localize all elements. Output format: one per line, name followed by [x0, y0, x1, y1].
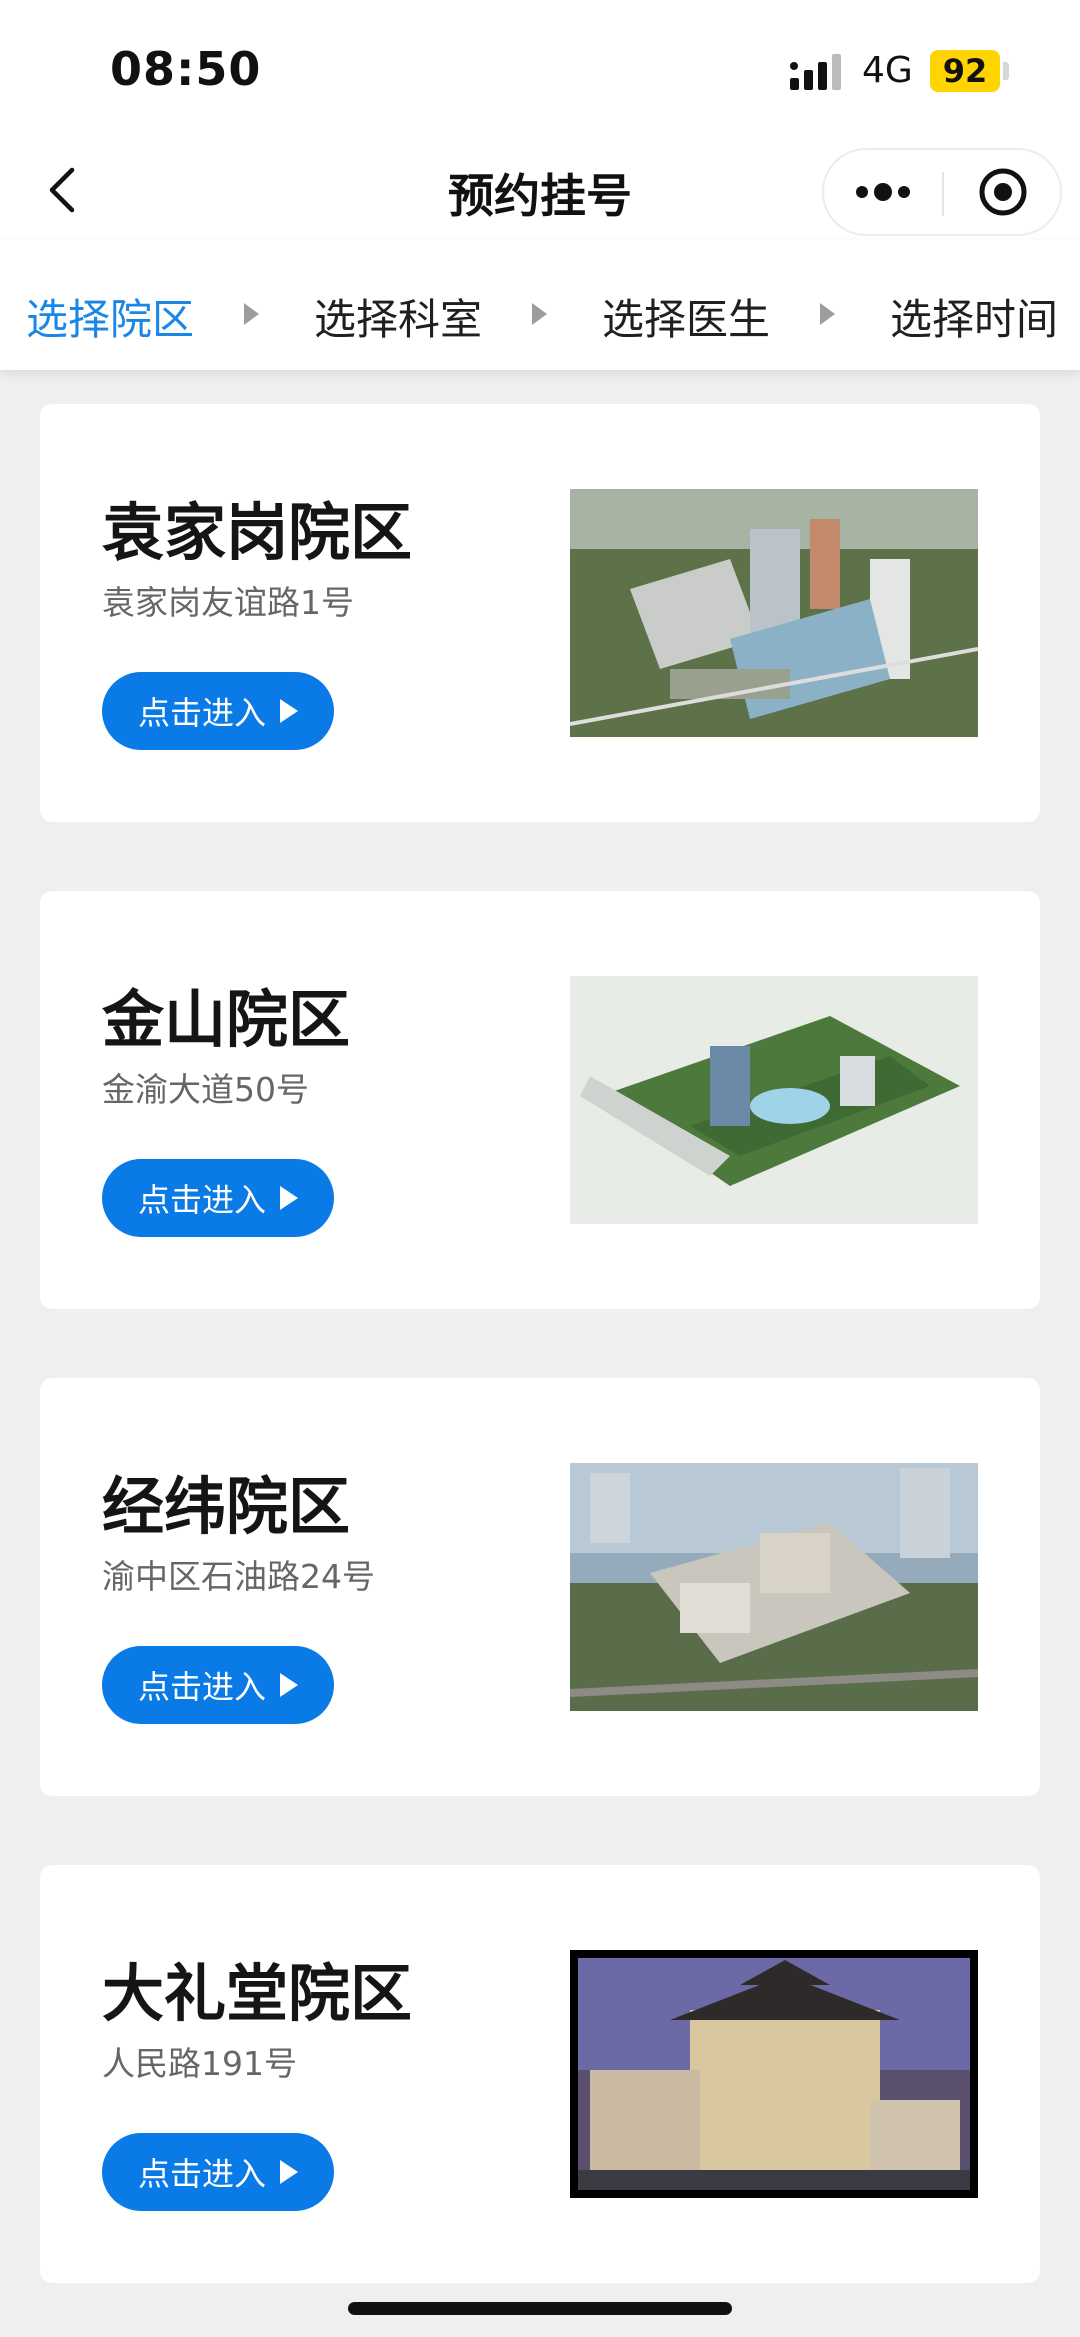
step-indicator: 选择院区 选择科室 选择医生 选择时间 — [0, 240, 1080, 370]
campus-card[interactable]: 金山院区 金渝大道50号 点击进入 — [40, 891, 1040, 1309]
step-select-time[interactable]: 选择时间 — [890, 286, 1058, 347]
close-target-icon[interactable] — [944, 150, 1062, 234]
campus-photo — [570, 976, 978, 1224]
status-time: 08:50 — [110, 42, 262, 96]
enter-button-label: 点击进入 — [137, 1181, 266, 1219]
campus-photo — [570, 1950, 978, 2198]
step-arrow-icon — [820, 303, 835, 325]
campus-name: 袁家岗院区 — [102, 496, 413, 569]
campus-address: 人民路191号 — [102, 2044, 297, 2083]
battery-level: 92 — [930, 50, 1000, 92]
signal-icon — [790, 54, 841, 90]
enter-button-label: 点击进入 — [137, 2155, 266, 2193]
network-type: 4G — [862, 50, 913, 91]
enter-button[interactable]: 点击进入 — [102, 672, 334, 750]
play-icon — [280, 699, 298, 723]
step-select-doctor[interactable]: 选择医生 — [602, 286, 770, 347]
home-indicator[interactable] — [348, 2302, 732, 2315]
enter-button-label: 点击进入 — [137, 694, 266, 732]
play-icon — [280, 1186, 298, 1210]
campus-address: 渝中区石油路24号 — [102, 1557, 375, 1596]
campus-name: 金山院区 — [102, 983, 351, 1056]
campus-address: 袁家岗友谊路1号 — [102, 583, 354, 622]
play-icon — [280, 1673, 298, 1697]
step-select-campus[interactable]: 选择院区 — [26, 286, 194, 347]
enter-button[interactable]: 点击进入 — [102, 1159, 334, 1237]
enter-button[interactable]: 点击进入 — [102, 2133, 334, 2211]
campus-name: 经纬院区 — [102, 1470, 351, 1543]
mini-program-capsule — [822, 148, 1062, 236]
enter-button-label: 点击进入 — [137, 1668, 266, 1706]
campus-name: 大礼堂院区 — [102, 1957, 413, 2030]
campus-address: 金渝大道50号 — [102, 1070, 309, 1109]
campus-card[interactable]: 袁家岗院区 袁家岗友谊路1号 点击进入 — [40, 404, 1040, 822]
step-arrow-icon — [532, 303, 547, 325]
step-arrow-icon — [244, 303, 259, 325]
campus-photo — [570, 489, 978, 737]
status-bar: 08:50 4G 92 — [0, 0, 1080, 140]
enter-button[interactable]: 点击进入 — [102, 1646, 334, 1724]
step-select-department[interactable]: 选择科室 — [314, 286, 482, 347]
campus-photo — [570, 1463, 978, 1711]
battery-tip — [1003, 62, 1009, 80]
nav-bar: 预约挂号 — [0, 140, 1080, 240]
more-icon[interactable] — [824, 150, 942, 234]
campus-card[interactable]: 经纬院区 渝中区石油路24号 点击进入 — [40, 1378, 1040, 1796]
campus-card[interactable]: 大礼堂院区 人民路191号 点击进入 — [40, 1865, 1040, 2283]
play-icon — [280, 2160, 298, 2184]
